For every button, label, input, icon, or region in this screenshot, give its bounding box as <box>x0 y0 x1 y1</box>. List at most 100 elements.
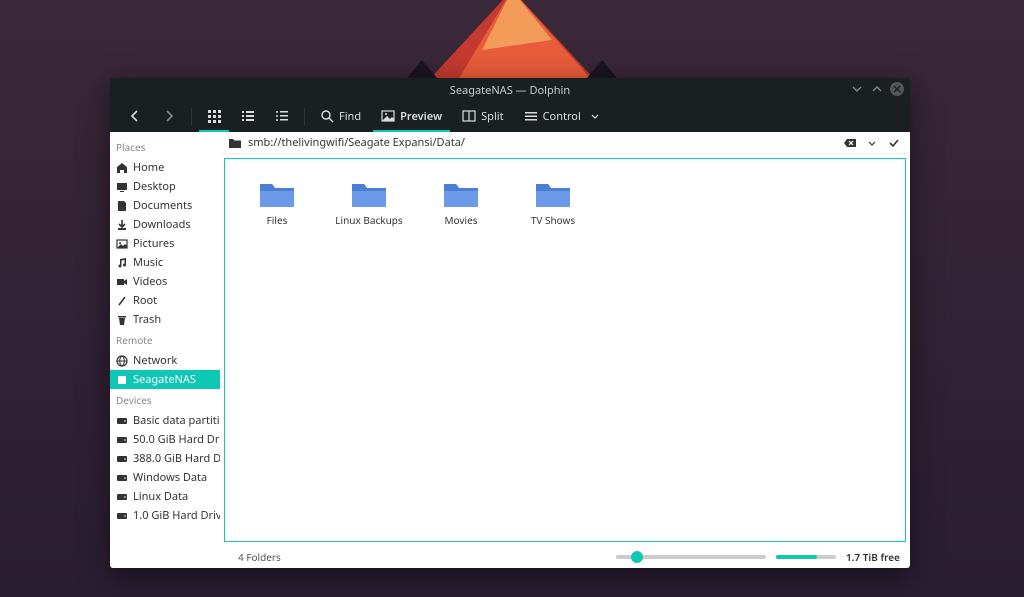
sidebar-item-pictures[interactable]: Pictures <box>110 234 220 253</box>
split-button[interactable]: Split <box>454 102 511 132</box>
minimize-button[interactable] <box>850 82 864 96</box>
folder-icon <box>228 136 242 150</box>
window-body: Places Home Desktop Documents Downloads Pict… <box>110 132 910 546</box>
drive-icon <box>116 491 128 503</box>
forward-button[interactable] <box>154 102 184 132</box>
hamburger-icon <box>524 109 538 123</box>
sidebar-item-root[interactable]: Root <box>110 291 220 310</box>
music-icon <box>116 257 128 269</box>
main-area: smb://thelivingwifi/Seagate Expansi/Data… <box>220 132 910 546</box>
devices-header: Devices <box>110 389 220 411</box>
sidebar-item-label: Documents <box>133 198 192 213</box>
downloads-icon <box>116 219 128 231</box>
image-icon <box>381 109 395 123</box>
list-icon <box>241 109 255 123</box>
sidebar-item-label: Basic data partition <box>133 413 220 428</box>
sidebar-item-label: Desktop <box>133 179 176 194</box>
sidebar-item-label: Videos <box>133 274 167 289</box>
disk-usage-bar <box>776 555 836 559</box>
drive-icon <box>116 453 128 465</box>
folder-label: Files <box>267 213 288 227</box>
sidebar-item-label: Pictures <box>133 236 174 251</box>
sidebar-item-music[interactable]: Music <box>110 253 220 272</box>
location-path[interactable]: smb://thelivingwifi/Seagate Expansi/Data… <box>248 135 836 150</box>
places-panel: Places Home Desktop Documents Downloads Pict… <box>110 132 220 546</box>
grid-icon <box>207 109 221 123</box>
accept-location-button[interactable] <box>886 135 902 151</box>
folder-icon <box>442 179 480 209</box>
folder-item[interactable]: Movies <box>421 179 501 227</box>
status-bar: 4 Folders 1.7 TiB free <box>110 546 910 568</box>
location-bar: smb://thelivingwifi/Seagate Expansi/Data… <box>220 132 910 154</box>
sidebar-item-label: Network <box>133 353 177 368</box>
sidebar-item-label: 1.0 GiB Hard Drive <box>133 508 220 523</box>
location-dropdown-button[interactable] <box>864 135 880 151</box>
back-button[interactable] <box>120 102 150 132</box>
sidebar-item-label: Downloads <box>133 217 191 232</box>
icons-view-button[interactable] <box>199 102 229 132</box>
sidebar-item-network[interactable]: Network <box>110 351 220 370</box>
sidebar-item-desktop[interactable]: Desktop <box>110 177 220 196</box>
sidebar-item-388-0-gib-hard-drive[interactable]: 388.0 GiB Hard Drive <box>110 449 220 468</box>
zoom-thumb[interactable] <box>631 551 643 563</box>
find-label: Find <box>339 109 361 124</box>
chevron-down-icon <box>588 109 602 123</box>
folder-item[interactable]: Linux Backups <box>329 179 409 227</box>
sidebar-item-label: 50.0 GiB Hard Drive <box>133 432 220 447</box>
sidebar-item-label: Windows Data <box>133 470 207 485</box>
item-count: 4 Folders <box>238 550 281 564</box>
preview-label: Preview <box>400 109 442 124</box>
find-button[interactable]: Find <box>312 102 369 132</box>
network-icon <box>116 355 128 367</box>
split-icon <box>462 109 476 123</box>
folder-label: Linux Backups <box>335 213 402 227</box>
titlebar: SeagateNAS — Dolphin <box>110 78 910 102</box>
trash-icon <box>116 314 128 326</box>
window-title: SeagateNAS — Dolphin <box>450 83 570 98</box>
maximize-button[interactable] <box>870 82 884 96</box>
close-button[interactable] <box>890 82 904 96</box>
folder-icon <box>350 179 388 209</box>
clear-location-button[interactable] <box>842 135 858 151</box>
sidebar-item-label: Home <box>133 160 164 175</box>
sidebar-item-downloads[interactable]: Downloads <box>110 215 220 234</box>
root-icon <box>116 295 128 307</box>
nas-icon <box>116 374 128 386</box>
folder-label: TV Shows <box>531 213 575 227</box>
compact-view-button[interactable] <box>233 102 263 132</box>
sidebar-item-seagatenas[interactable]: SeagateNAS <box>110 370 220 389</box>
arrow-left-icon <box>128 109 142 123</box>
sidebar-item-documents[interactable]: Documents <box>110 196 220 215</box>
sidebar-item-50-0-gib-hard-drive[interactable]: 50.0 GiB Hard Drive <box>110 430 220 449</box>
sidebar-item-windows-data[interactable]: Windows Data <box>110 468 220 487</box>
sidebar-item-videos[interactable]: Videos <box>110 272 220 291</box>
sidebar-item-linux-data[interactable]: Linux Data <box>110 487 220 506</box>
sidebar-item-label: Linux Data <box>133 489 188 504</box>
folder-item[interactable]: TV Shows <box>513 179 593 227</box>
preview-button[interactable]: Preview <box>373 102 450 132</box>
home-icon <box>116 162 128 174</box>
sidebar-item-home[interactable]: Home <box>110 158 220 177</box>
sidebar-item-trash[interactable]: Trash <box>110 310 220 329</box>
control-menu-button[interactable]: Control <box>516 102 610 132</box>
places-header: Places <box>110 136 220 158</box>
details-view-button[interactable] <box>267 102 297 132</box>
folder-item[interactable]: Files <box>237 179 317 227</box>
drive-icon <box>116 434 128 446</box>
search-icon <box>320 109 334 123</box>
drive-icon <box>116 415 128 427</box>
folder-icon <box>534 179 572 209</box>
folder-view[interactable]: Files Linux Backups Movies TV Shows <box>224 158 906 542</box>
remote-header: Remote <box>110 329 220 351</box>
sidebar-item-basic-data-partition[interactable]: Basic data partition <box>110 411 220 430</box>
drive-icon <box>116 510 128 522</box>
split-label: Split <box>481 109 503 124</box>
desktop-icon <box>116 181 128 193</box>
dolphin-window: SeagateNAS — Dolphin Find Preview Split … <box>110 78 910 568</box>
sidebar-item-1-0-gib-hard-drive[interactable]: 1.0 GiB Hard Drive <box>110 506 220 525</box>
control-label: Control <box>543 109 581 124</box>
sidebar-item-label: SeagateNAS <box>133 372 196 387</box>
zoom-slider[interactable] <box>616 555 766 559</box>
folder-icon <box>258 179 296 209</box>
sidebar-item-label: 388.0 GiB Hard Drive <box>133 451 220 466</box>
